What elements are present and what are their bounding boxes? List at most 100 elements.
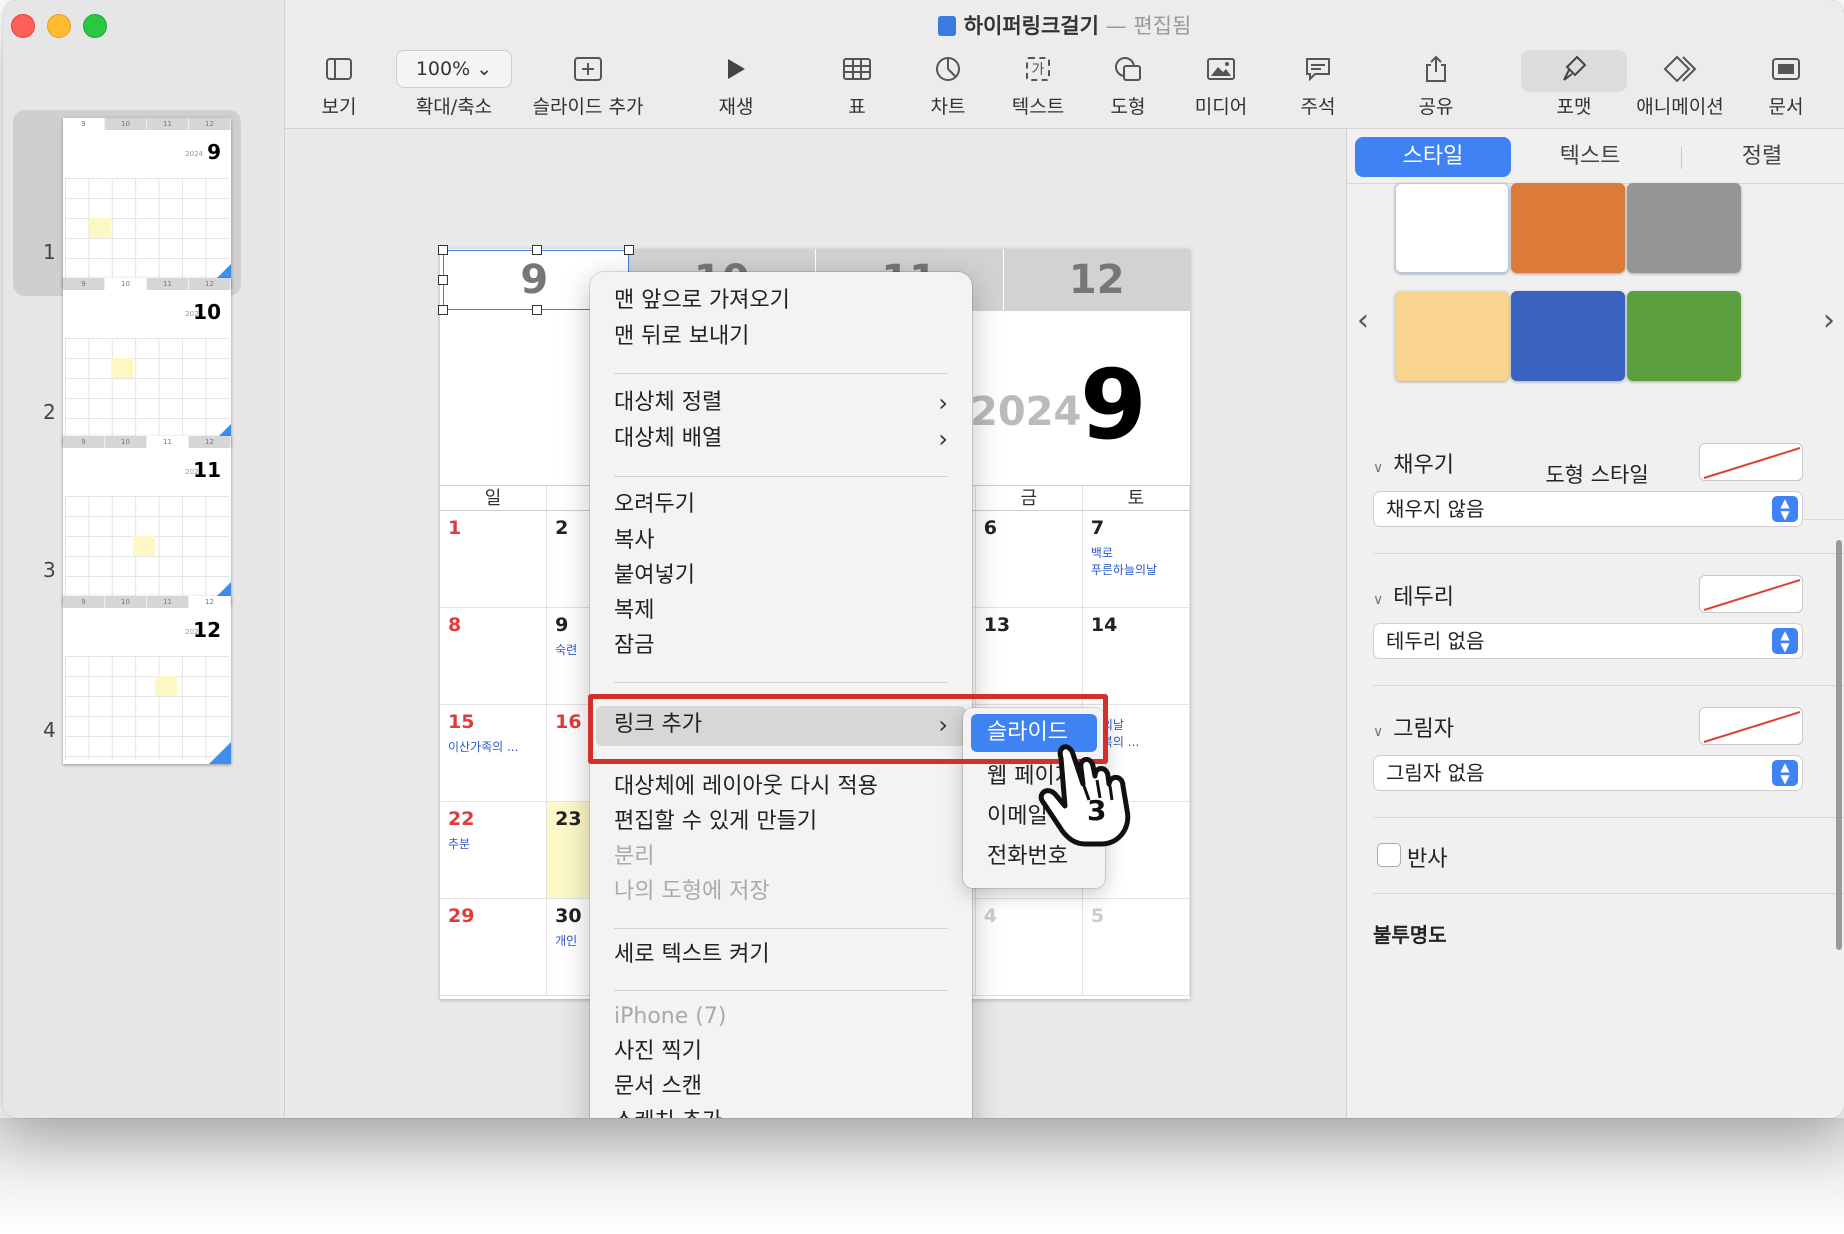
- calendar-day-cell[interactable]: 1: [440, 511, 548, 607]
- calendar-day-cell[interactable]: 22 추분: [440, 802, 548, 898]
- weekday-label: 금: [976, 486, 1083, 510]
- shape-style-swatch[interactable]: [1511, 183, 1625, 273]
- zoom-control[interactable]: 100% ⌄ 확대/축소: [389, 48, 519, 119]
- calendar-day-cell[interactable]: 15 이산가족의 ...: [440, 705, 548, 801]
- slide-year[interactable]: 2024: [970, 389, 1081, 435]
- menu-divider: [614, 990, 948, 991]
- resize-handle[interactable]: [532, 245, 542, 255]
- shape-style-swatch[interactable]: [1627, 291, 1741, 381]
- table-button[interactable]: 표: [825, 48, 889, 119]
- resize-handle[interactable]: [438, 275, 448, 285]
- reflection-checkbox[interactable]: [1377, 843, 1401, 867]
- zoom-window-button[interactable]: [83, 14, 107, 38]
- menu-lock[interactable]: 잠금: [614, 627, 948, 665]
- slide-preview: 9 10 11 12 2024 10: [63, 278, 231, 446]
- resize-handle[interactable]: [624, 245, 634, 255]
- tab-divider: [1681, 147, 1682, 169]
- menu-divider: [614, 373, 948, 374]
- tab-text[interactable]: 텍스트: [1505, 137, 1675, 177]
- fill-color-well[interactable]: [1699, 443, 1803, 481]
- add-slide-button[interactable]: 슬라이드 추가: [523, 48, 653, 119]
- comment-button[interactable]: 주석: [1283, 48, 1353, 119]
- menu-iphone-header: iPhone (7): [614, 1004, 727, 1029]
- fill-type-select[interactable]: 채우지 않음 ▲ ▼: [1373, 491, 1803, 527]
- format-button[interactable]: 포맷: [1533, 48, 1615, 119]
- document-button[interactable]: 문서: [1753, 48, 1819, 119]
- menu-vertical-text[interactable]: 세로 텍스트 켜기: [614, 936, 948, 974]
- menu-reapply-layout[interactable]: 대상체에 레이아웃 다시 적용: [614, 768, 948, 806]
- chevron-right-icon[interactable]: ›: [1823, 303, 1835, 338]
- format-inspector: 스타일 텍스트 정렬 ‹ › 도형 스타일 ●●●●●● ∨채우기 채우지 않음…: [1346, 129, 1844, 1118]
- play-label: 재생: [718, 96, 754, 118]
- slide-month[interactable]: 9: [1080, 349, 1147, 461]
- calendar-day-cell[interactable]: 7 백로 푸른하늘의날: [1083, 511, 1190, 607]
- tab-arrange[interactable]: 정렬: [1685, 137, 1839, 177]
- window-title: 하이퍼링크걸기 — 편집됨: [285, 10, 1844, 40]
- shape-button[interactable]: 도형: [1093, 48, 1163, 119]
- menu-add-sketch[interactable]: 스케치 추가: [614, 1103, 948, 1118]
- share-button[interactable]: 공유: [1403, 48, 1469, 119]
- thumb-month-tabs: 9 10 11 12: [63, 596, 231, 608]
- month-tab-12[interactable]: 12: [1002, 249, 1190, 311]
- thumb-month-tab: 12: [189, 596, 231, 608]
- close-window-button[interactable]: [11, 14, 35, 38]
- play-button[interactable]: 재생: [703, 48, 769, 119]
- calendar-day-cell[interactable]: 8: [440, 608, 548, 704]
- calendar-day-cell[interactable]: 5: [1083, 899, 1190, 995]
- menu-make-editable[interactable]: 편집할 수 있게 만들기: [614, 803, 948, 841]
- menu-send-to-back[interactable]: 맨 뒤로 보내기: [614, 318, 948, 356]
- window-shadow: [0, 1118, 1844, 1234]
- shape-style-swatch[interactable]: [1395, 291, 1509, 381]
- tab-style[interactable]: 스타일: [1355, 137, 1511, 177]
- menu-align-objects[interactable]: 대상체 정렬 ›: [614, 384, 948, 422]
- menu-cut[interactable]: 오려두기: [614, 486, 948, 524]
- media-button[interactable]: 미디어: [1179, 48, 1263, 119]
- menu-duplicate[interactable]: 복제: [614, 592, 948, 630]
- chevron-left-icon[interactable]: ‹: [1357, 303, 1369, 338]
- resize-handle[interactable]: [532, 305, 542, 315]
- slide-thumbnail[interactable]: 4 9 10 11 12 2024 12: [13, 588, 241, 774]
- text-box-glyph: 가: [1025, 57, 1051, 81]
- up-down-icon: ▲ ▼: [1772, 760, 1798, 786]
- shadow-type-select[interactable]: 그림자 없음 ▲ ▼: [1373, 755, 1803, 791]
- shadow-section-header[interactable]: ∨ 그림자: [1373, 711, 1454, 743]
- zoom-select[interactable]: 100% ⌄: [396, 50, 512, 88]
- calendar-day-cell[interactable]: 13: [976, 608, 1083, 704]
- border-color-well[interactable]: [1699, 575, 1803, 613]
- shape-style-swatch[interactable]: [1627, 183, 1741, 273]
- zoom-value: 100%: [415, 58, 471, 80]
- diamond-icon: [1628, 48, 1732, 90]
- slide-thumbnail[interactable]: 3 9 10 11 12 2024 11: [13, 428, 241, 614]
- calendar-day-cell[interactable]: 4: [976, 899, 1083, 995]
- text-button[interactable]: 가 텍스트: [998, 48, 1078, 119]
- minimize-window-button[interactable]: [47, 14, 71, 38]
- resize-handle[interactable]: [438, 245, 448, 255]
- menu-take-photo[interactable]: 사진 찍기: [614, 1033, 948, 1071]
- calendar-day-cell[interactable]: 6: [976, 511, 1083, 607]
- inspector-scrollbar[interactable]: [1836, 540, 1842, 950]
- menu-copy[interactable]: 복사: [614, 522, 948, 560]
- calendar-day-cell[interactable]: 29: [440, 899, 548, 995]
- menu-bring-to-front[interactable]: 맨 앞으로 가져오기: [614, 282, 948, 320]
- thumb-month: 11: [193, 458, 221, 482]
- border-section-header[interactable]: ∨ 테두리: [1373, 579, 1454, 611]
- fill-section-header[interactable]: ∨ 채우기: [1373, 447, 1454, 479]
- add-slide-label: 슬라이드 추가: [532, 96, 644, 118]
- shape-style-swatch[interactable]: [1511, 291, 1625, 381]
- animate-button[interactable]: 애니메이션: [1628, 48, 1732, 119]
- view-button[interactable]: 보기: [299, 48, 379, 119]
- border-type-select[interactable]: 테두리 없음 ▲ ▼: [1373, 623, 1803, 659]
- thumb-month-tab: 10: [105, 278, 147, 290]
- shape-style-swatch[interactable]: [1395, 183, 1509, 273]
- thumb-month-tab: 11: [147, 436, 189, 448]
- resize-handle[interactable]: [438, 305, 448, 315]
- calendar-day-cell[interactable]: 14: [1083, 608, 1190, 704]
- document-label: 문서: [1768, 96, 1804, 118]
- menu-paste[interactable]: 붙여넣기: [614, 557, 948, 595]
- slide-thumbnail[interactable]: 1 9 10 11 12 2024 9: [13, 110, 241, 296]
- menu-scan-documents[interactable]: 문서 스캔: [614, 1068, 948, 1106]
- menu-distribute-objects[interactable]: 대상체 배열 ›: [614, 420, 948, 458]
- shadow-color-well[interactable]: [1699, 707, 1803, 745]
- chart-button[interactable]: 차트: [913, 48, 983, 119]
- thumb-month-tab: 11: [147, 596, 189, 608]
